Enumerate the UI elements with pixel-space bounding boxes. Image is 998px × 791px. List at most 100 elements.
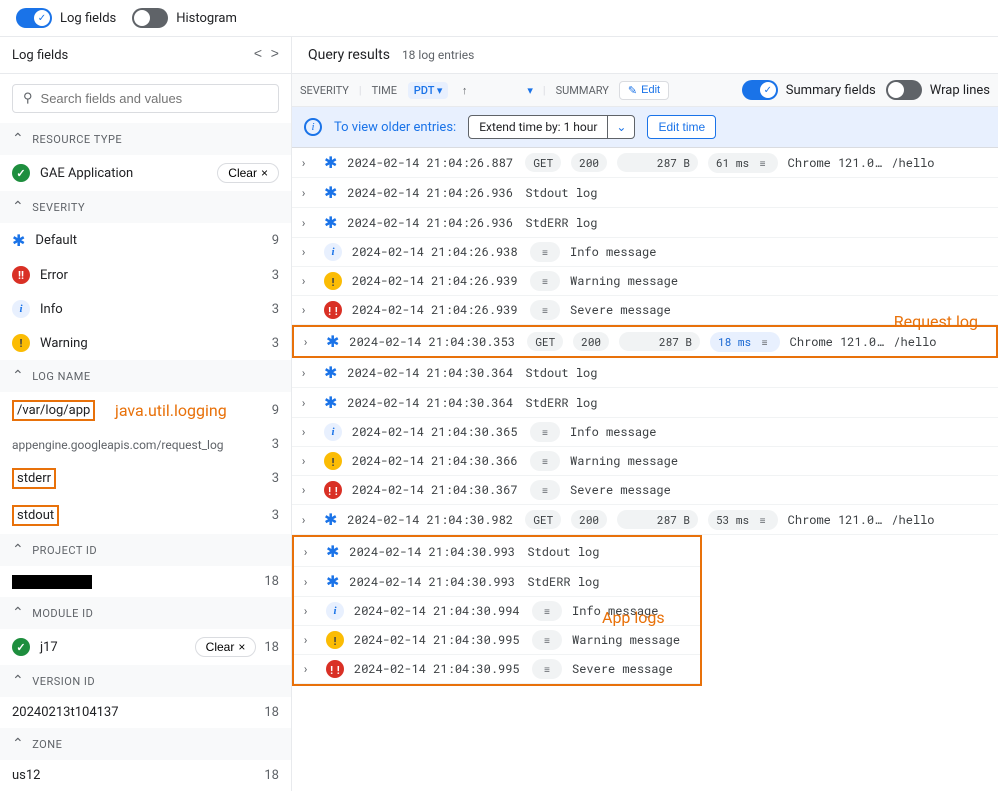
expand-icon[interactable]: › xyxy=(302,544,316,560)
code-icon[interactable]: < > xyxy=(254,47,279,63)
module-id-item[interactable]: ✓j17 Clear×18 xyxy=(0,629,291,665)
section-version-id[interactable]: ⌃VERSION ID xyxy=(0,665,291,697)
chevron-icon: ⌃ xyxy=(12,673,24,689)
expand-icon[interactable]: › xyxy=(300,424,314,440)
check-circle-icon: ✓ xyxy=(12,638,30,656)
expand-icon[interactable]: › xyxy=(300,395,314,411)
logname-requestlog[interactable]: appengine.googleapis.com/request_log3 xyxy=(0,429,291,460)
log-fields-toggle[interactable]: ✓ xyxy=(16,8,52,28)
lines-icon: ≡ xyxy=(756,514,770,527)
severity-warning[interactable]: !Warning3 xyxy=(0,326,291,360)
extend-time-button[interactable]: Extend time by: 1 hour⌄ xyxy=(468,115,635,139)
log-row[interactable]: ›!!2024-02-14 21:04:30.367≡ Severe messa… xyxy=(292,476,998,505)
summary-fields-toggle[interactable]: ✓ xyxy=(742,80,778,100)
status-pill: 200 xyxy=(573,332,609,351)
log-fields-toggle-group: ✓ Log fields xyxy=(16,8,116,28)
clear-button[interactable]: Clear× xyxy=(217,163,279,183)
expand-icon[interactable]: › xyxy=(300,273,314,289)
edit-time-button[interactable]: Edit time xyxy=(647,115,716,139)
expand-icon[interactable]: › xyxy=(300,365,314,381)
logname-stderr[interactable]: stderr3 xyxy=(0,460,291,497)
log-row[interactable]: ›✱2024-02-14 21:04:26.887GET 200 287 B 6… xyxy=(292,148,998,178)
timestamp: 2024-02-14 21:04:30.353 xyxy=(349,334,517,350)
section-zone[interactable]: ⌃ZONE xyxy=(0,728,291,760)
project-id-item[interactable]: 18 xyxy=(0,566,291,597)
edit-button[interactable]: ✎Edit xyxy=(619,81,669,100)
log-row[interactable]: ›i2024-02-14 21:04:30.365≡ Info message xyxy=(292,418,998,447)
zone-item[interactable]: us1218 xyxy=(0,760,291,791)
expand-icon[interactable]: › xyxy=(302,632,316,648)
log-row[interactable]: ›✱2024-02-14 21:04:30.982GET 200 287 B 5… xyxy=(292,505,998,535)
chevron-down-icon[interactable]: ⌄ xyxy=(607,116,634,138)
section-severity[interactable]: ⌃SEVERITY xyxy=(0,191,291,223)
log-row[interactable]: ›!2024-02-14 21:04:30.995≡ Warning messa… xyxy=(294,626,700,655)
log-row[interactable]: ›!2024-02-14 21:04:30.366≡ Warning messa… xyxy=(292,447,998,476)
section-project-id[interactable]: ⌃PROJECT ID xyxy=(0,534,291,566)
expand-icon[interactable]: › xyxy=(300,482,314,498)
section-module-id[interactable]: ⌃MODULE ID xyxy=(0,597,291,629)
expand-icon[interactable]: › xyxy=(300,155,314,171)
sort-asc-icon[interactable]: ↑ xyxy=(462,84,468,97)
th-severity[interactable]: SEVERITY xyxy=(300,84,349,97)
search-input[interactable] xyxy=(41,91,268,106)
lines-icon: ≡ xyxy=(540,634,554,647)
expand-icon[interactable]: › xyxy=(300,215,314,231)
search-box[interactable]: ⚲ xyxy=(12,84,279,113)
wrap-lines-toggle[interactable] xyxy=(886,80,922,100)
severity-error[interactable]: !!Error3 xyxy=(0,258,291,292)
expand-icon[interactable]: › xyxy=(300,512,314,528)
histogram-toggle[interactable] xyxy=(132,8,168,28)
content-header: Query results 18 log entries xyxy=(292,37,998,74)
timestamp: 2024-02-14 21:04:30.995 xyxy=(354,661,522,677)
expand-icon[interactable]: › xyxy=(302,574,316,590)
lines-pill: ≡ xyxy=(530,300,560,320)
expand-icon[interactable]: › xyxy=(300,453,314,469)
default-icon: ✱ xyxy=(324,509,337,530)
pdt-dropdown[interactable]: PDT ▾ xyxy=(408,82,449,99)
lines-pill: ≡ xyxy=(532,630,562,650)
error-icon: !! xyxy=(12,266,30,284)
expand-icon[interactable]: › xyxy=(302,334,316,350)
close-icon: × xyxy=(238,640,245,654)
log-row[interactable]: ›i2024-02-14 21:04:26.938≡ Info message xyxy=(292,238,998,267)
expand-icon[interactable]: › xyxy=(302,603,316,619)
log-row[interactable]: ›✱2024-02-14 21:04:30.993StdERR log xyxy=(294,567,700,597)
section-resource-type[interactable]: ⌃RESOURCE TYPE xyxy=(0,123,291,155)
severity-default[interactable]: ✱Default9 xyxy=(0,223,291,258)
log-row[interactable]: ›!!2024-02-14 21:04:26.939≡ Severe messa… xyxy=(292,296,998,325)
log-row[interactable]: ›✱2024-02-14 21:04:30.364Stdout log xyxy=(292,358,998,388)
chevron-icon: ⌃ xyxy=(12,605,24,621)
info-icon: i xyxy=(324,423,342,441)
lines-icon: ≡ xyxy=(540,663,554,676)
th-summary: SUMMARY xyxy=(556,84,609,97)
expand-icon[interactable]: › xyxy=(300,185,314,201)
expand-icon[interactable]: › xyxy=(300,302,314,318)
sort-dropdown-icon[interactable]: ▾ xyxy=(527,84,533,97)
lines-pill: ≡ xyxy=(530,451,560,471)
error-icon: !! xyxy=(326,660,344,678)
chevron-icon: ⌃ xyxy=(12,542,24,558)
log-row[interactable]: ›✱2024-02-14 21:04:30.353GET 200 287 B 1… xyxy=(292,325,998,358)
log-row[interactable]: ›!2024-02-14 21:04:26.939≡ Warning messa… xyxy=(292,267,998,296)
timestamp: 2024-02-14 21:04:30.367 xyxy=(352,482,520,498)
expand-icon[interactable]: › xyxy=(300,244,314,260)
log-row[interactable]: ›✱2024-02-14 21:04:26.936StdERR log xyxy=(292,208,998,238)
msg-text: Warning message xyxy=(570,453,678,469)
size-pill: 287 B xyxy=(617,510,698,529)
msg-text: Severe message xyxy=(570,302,671,318)
expand-icon[interactable]: › xyxy=(302,661,316,677)
version-id-item[interactable]: 20240213t10413718 xyxy=(0,697,291,728)
resource-type-item[interactable]: ✓ GAE Application Clear× xyxy=(0,155,291,191)
log-row[interactable]: ›!!2024-02-14 21:04:30.995≡ Severe messa… xyxy=(294,655,700,684)
logname-stdout[interactable]: stdout3 xyxy=(0,497,291,534)
logname-varlogapp[interactable]: /var/log/app java.util.logging 9 xyxy=(0,392,291,429)
severity-info[interactable]: iInfo3 xyxy=(0,292,291,326)
log-row[interactable]: ›✱2024-02-14 21:04:26.936Stdout log xyxy=(292,178,998,208)
section-log-name[interactable]: ⌃LOG NAME xyxy=(0,360,291,392)
log-row[interactable]: ›✱2024-02-14 21:04:30.364StdERR log xyxy=(292,388,998,418)
log-row[interactable]: ›✱2024-02-14 21:04:30.993Stdout log xyxy=(294,537,700,567)
info-bar: i To view older entries: Extend time by:… xyxy=(292,107,998,148)
clear-button[interactable]: Clear× xyxy=(195,637,257,657)
method-pill: GET xyxy=(525,153,561,172)
lines-pill: ≡ xyxy=(530,242,560,262)
